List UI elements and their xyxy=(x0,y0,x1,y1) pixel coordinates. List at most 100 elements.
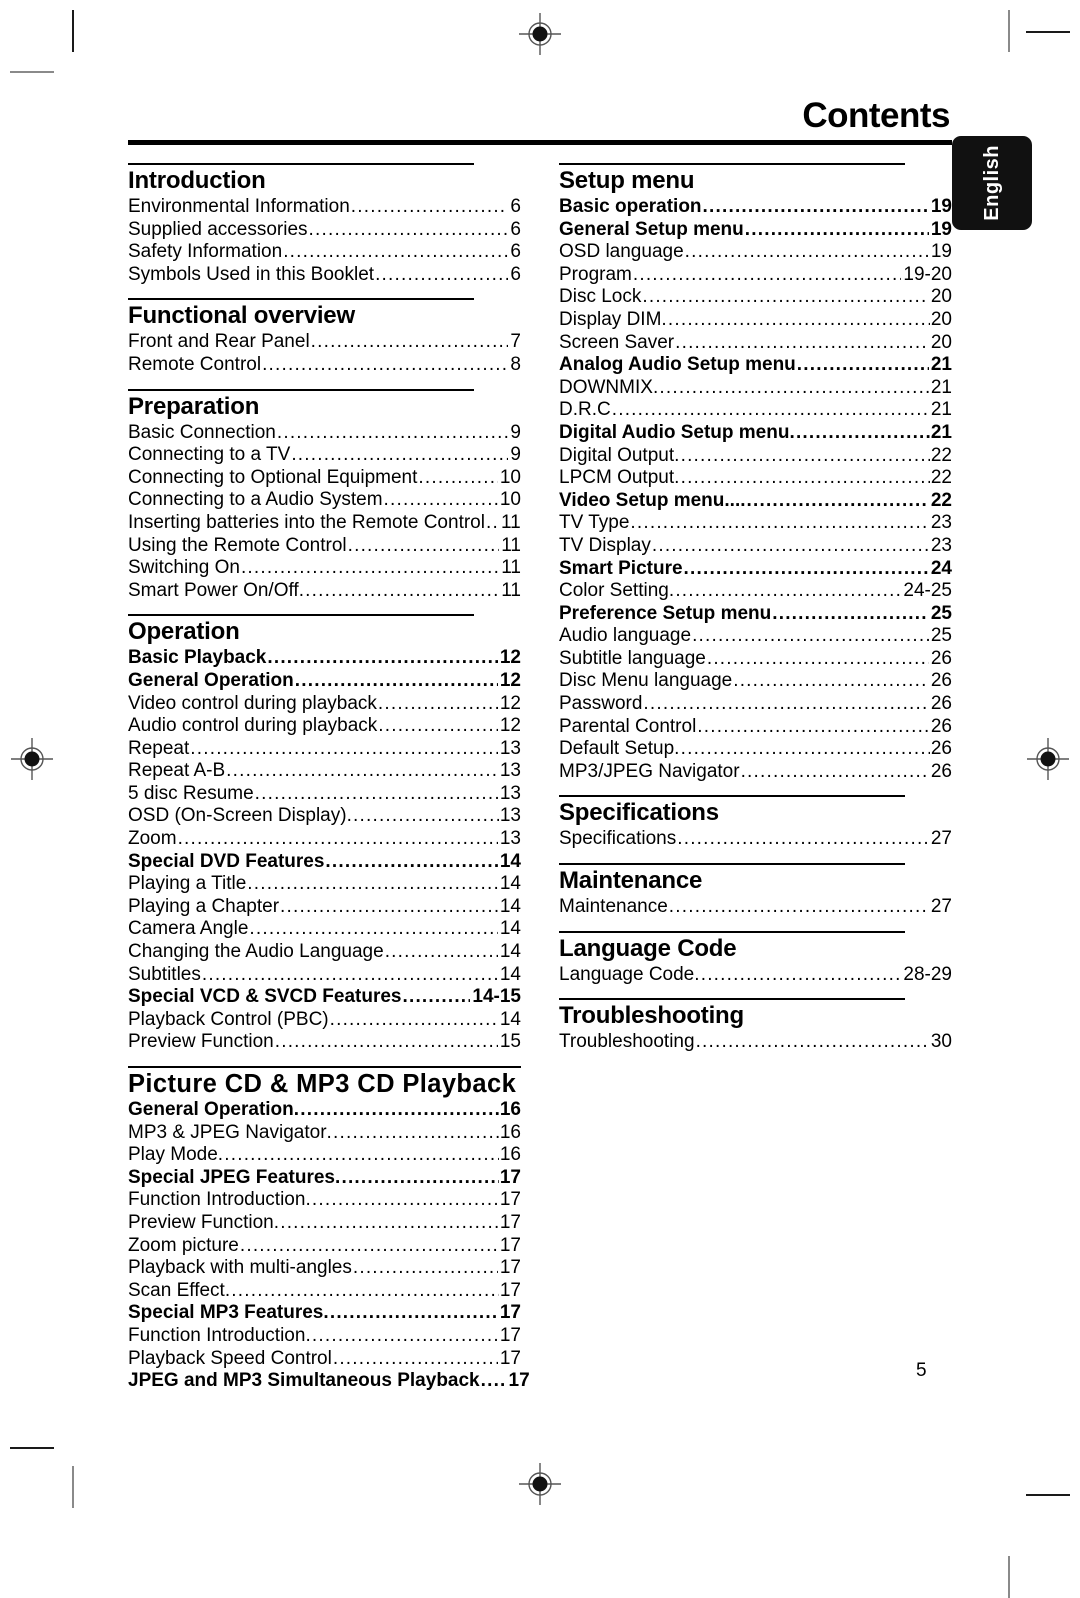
toc-section-setup-menu: Setup menu Basic operation...............… xyxy=(559,163,952,783)
toc-entry-label: OSD language xyxy=(559,241,684,263)
toc-entry-page: 20 xyxy=(930,286,952,308)
toc-entry[interactable]: Remote Control..........................… xyxy=(128,354,521,377)
toc-entry[interactable]: Function Introduction...................… xyxy=(128,1189,521,1212)
toc-entry[interactable]: Connecting to a Audio System............… xyxy=(128,489,521,512)
toc-entry[interactable]: Playback with multi-angles..............… xyxy=(128,1257,521,1280)
toc-entry[interactable]: Environmental Information...............… xyxy=(128,196,521,219)
toc-entry[interactable]: Audio control during playback...........… xyxy=(128,715,521,738)
toc-entry[interactable]: Special DVD Features....................… xyxy=(128,851,521,874)
toc-entry[interactable]: Camera Angle............................… xyxy=(128,918,521,941)
toc-section-language-code: Language Code Language Code..............… xyxy=(559,930,952,987)
toc-entry[interactable]: Audio language..........................… xyxy=(559,625,952,648)
toc-entry[interactable]: TV Display..............................… xyxy=(559,535,952,558)
toc-entry[interactable]: Special VCD & SVCD Features.............… xyxy=(128,986,521,1009)
toc-entry[interactable]: General Setup menu......................… xyxy=(559,219,952,242)
toc-section-preparation: Preparation Basic Connection.............… xyxy=(128,388,521,603)
toc-entry[interactable]: General Operation.......................… xyxy=(128,670,521,693)
toc-entry[interactable]: Playing a Title.........................… xyxy=(128,873,521,896)
toc-entry[interactable]: Video control during playback...........… xyxy=(128,693,521,716)
toc-entry[interactable]: Display DIM.............................… xyxy=(559,309,952,332)
toc-leader-dots: ........................................… xyxy=(347,534,500,556)
toc-entry[interactable]: Special JPEG Features...................… xyxy=(128,1167,521,1190)
toc-entry[interactable]: Subtitles...............................… xyxy=(128,964,521,987)
toc-entry[interactable]: Screen Saver............................… xyxy=(559,332,952,355)
toc-entry[interactable]: Default Setup...........................… xyxy=(559,738,952,761)
toc-entry-label: General Operation xyxy=(128,1099,294,1120)
toc-entry[interactable]: OSD (On-Screen Display).................… xyxy=(128,805,521,828)
toc-entry[interactable]: JPEG and MP3 Simultaneous Playback.... 17 xyxy=(128,1370,530,1393)
toc-entry[interactable]: Function Introduction...................… xyxy=(128,1325,521,1348)
toc-entry[interactable]: OSD language............................… xyxy=(559,241,952,264)
toc-entry[interactable]: Color Setting...........................… xyxy=(559,580,952,603)
toc-entry-page: 14 xyxy=(499,963,521,985)
toc-entry[interactable]: Switching On............................… xyxy=(128,557,521,580)
toc-section-maintenance: Maintenance Maintenance..................… xyxy=(559,863,952,919)
toc-entry[interactable]: Inserting batteries into the Remote Cont… xyxy=(128,512,521,535)
toc-leader-dots: ........................................… xyxy=(298,579,501,601)
toc-entry[interactable]: Basic operation.........................… xyxy=(559,196,952,219)
toc-entry[interactable]: Special MP3 Features....................… xyxy=(128,1302,521,1325)
toc-entry[interactable]: Playback Control (PBC)..................… xyxy=(128,1009,521,1032)
toc-entry[interactable]: Maintenance.............................… xyxy=(559,896,952,919)
toc-entry-label: Specifications xyxy=(559,828,677,850)
toc-entry-list: Specifications..........................… xyxy=(559,828,952,851)
toc-entry[interactable]: Preference Setup menu...................… xyxy=(559,603,952,626)
toc-entry[interactable]: Basic Connection........................… xyxy=(128,422,521,445)
toc-entry[interactable]: Repeat..................................… xyxy=(128,738,521,761)
toc-entry-list: Language Code...........................… xyxy=(559,964,952,987)
toc-entry[interactable]: Zoom picture............................… xyxy=(128,1235,521,1258)
toc-entry[interactable]: Changing the Audio Language.............… xyxy=(128,941,521,964)
toc-entry[interactable]: MP3/JPEG Navigator......................… xyxy=(559,761,952,784)
toc-entry[interactable]: Supplied accessories....................… xyxy=(128,219,521,242)
toc-entry-page: 8 xyxy=(510,353,521,375)
toc-entry[interactable]: Smart Power On/Off......................… xyxy=(128,580,521,603)
toc-entry-page: 9 xyxy=(510,444,521,466)
toc-entry-label: Using the Remote Control xyxy=(128,534,347,556)
toc-entry[interactable]: Troubleshooting.........................… xyxy=(559,1031,952,1054)
toc-entry[interactable]: Password................................… xyxy=(559,693,952,716)
toc-entry[interactable]: Language Code...........................… xyxy=(559,964,952,987)
toc-entry-page: 12 xyxy=(499,647,521,669)
toc-entry[interactable]: Specifications..........................… xyxy=(559,828,952,851)
toc-entry[interactable]: Play Mode...............................… xyxy=(128,1144,521,1167)
toc-entry[interactable]: TV Type.................................… xyxy=(559,512,952,535)
toc-entry[interactable]: DOWNMIX.................................… xyxy=(559,377,952,400)
toc-entry[interactable]: Preview Function........................… xyxy=(128,1212,521,1235)
toc-entry-page: 26 xyxy=(930,647,952,669)
toc-entry[interactable]: D.R.C...................................… xyxy=(559,399,952,422)
toc-entry[interactable]: MP3 & JPEG Navigator....................… xyxy=(128,1122,521,1145)
toc-entry[interactable]: Digital Output..........................… xyxy=(559,445,952,468)
toc-entry[interactable]: Disc Menu language......................… xyxy=(559,670,952,693)
toc-entry[interactable]: General Operation.......................… xyxy=(128,1099,521,1122)
toc-entry[interactable]: Repeat A-B..............................… xyxy=(128,760,521,783)
toc-leader-dots: ........................................… xyxy=(683,557,929,579)
toc-entry[interactable]: Video Setup menu........................… xyxy=(559,490,952,513)
toc-entry[interactable]: Subtitle language.......................… xyxy=(559,648,952,671)
toc-entry[interactable]: Smart Picture...........................… xyxy=(559,558,952,581)
toc-entry[interactable]: Safety Information......................… xyxy=(128,241,521,264)
toc-leader-dots: ........................................… xyxy=(675,331,929,353)
toc-entry[interactable]: Parental Control........................… xyxy=(559,716,952,739)
toc-entry[interactable]: Front and Rear Panel....................… xyxy=(128,331,521,354)
toc-entry-label: Changing the Audio Language xyxy=(128,941,384,963)
toc-entry[interactable]: LPCM Output.............................… xyxy=(559,467,952,490)
toc-entry[interactable]: Analog Audio Setup menu.................… xyxy=(559,354,952,377)
toc-entry[interactable]: Connecting to a TV......................… xyxy=(128,444,521,467)
toc-leader-dots: ........................................… xyxy=(335,1166,499,1188)
toc-entry[interactable]: Disc Lock...............................… xyxy=(559,286,952,309)
toc-entry[interactable]: Scan Effect.............................… xyxy=(128,1280,521,1303)
toc-entry[interactable]: Basic Playback..........................… xyxy=(128,647,521,670)
toc-entry[interactable]: Playing a Chapter.......................… xyxy=(128,896,521,919)
toc-entry[interactable]: Preview Function........................… xyxy=(128,1031,521,1054)
toc-leader-dots: ........................................… xyxy=(661,308,930,330)
toc-entry[interactable]: Symbols Used in this Booklet............… xyxy=(128,264,521,287)
toc-entry-label: Inserting batteries into the Remote Cont… xyxy=(128,511,485,533)
toc-entry[interactable]: Program.................................… xyxy=(559,264,952,287)
toc-entry[interactable]: 5 disc Resume...........................… xyxy=(128,783,521,806)
toc-entry[interactable]: Connecting to Optional Equipment........… xyxy=(128,467,521,490)
toc-leader-dots: ........................................… xyxy=(702,196,929,217)
toc-entry[interactable]: Playback Speed Control..................… xyxy=(128,1348,521,1371)
toc-entry[interactable]: Using the Remote Control................… xyxy=(128,535,521,558)
toc-entry[interactable]: Zoom....................................… xyxy=(128,828,521,851)
toc-entry[interactable]: Digital Audio Setup menu................… xyxy=(559,422,952,445)
